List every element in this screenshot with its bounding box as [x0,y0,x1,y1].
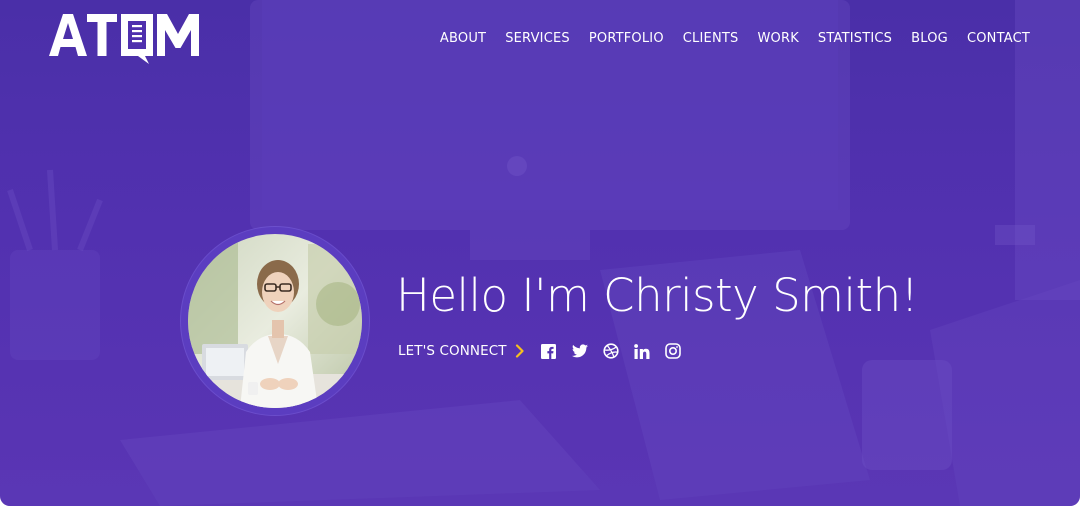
instagram-icon[interactable] [664,343,681,359]
main-nav: ABOUT SERVICES PORTFOLIO CLIENTS WORK ST… [440,30,1030,48]
social-links [541,343,681,359]
chevron-right-icon [515,344,524,358]
avatar-frame [181,227,369,415]
linkedin-icon[interactable] [633,343,650,359]
nav-item-work[interactable]: WORK [757,30,798,48]
facebook-icon[interactable] [541,343,557,359]
dribbble-icon[interactable] [603,343,619,359]
nav-item-services[interactable]: SERVICES [505,30,570,48]
avatar [188,234,362,408]
background-desk-image [0,0,1080,506]
nav-item-contact[interactable]: CONTACT [967,30,1030,48]
hero-section: ABOUT SERVICES PORTFOLIO CLIENTS WORK ST… [0,0,1080,506]
nav-item-statistics[interactable]: STATISTICS [818,30,892,48]
nav-item-portfolio[interactable]: PORTFOLIO [589,30,664,48]
hero-headline: Hello I'm Christy Smith! [396,269,919,322]
atqm-logo[interactable] [49,10,201,68]
twitter-icon[interactable] [571,343,588,359]
connect-row: LET'S CONNECT [398,340,681,362]
nav-item-clients[interactable]: CLIENTS [683,30,739,48]
nav-item-about[interactable]: ABOUT [440,30,486,48]
nav-item-blog[interactable]: BLOG [911,30,948,48]
lets-connect-link[interactable]: LET'S CONNECT [398,343,507,359]
